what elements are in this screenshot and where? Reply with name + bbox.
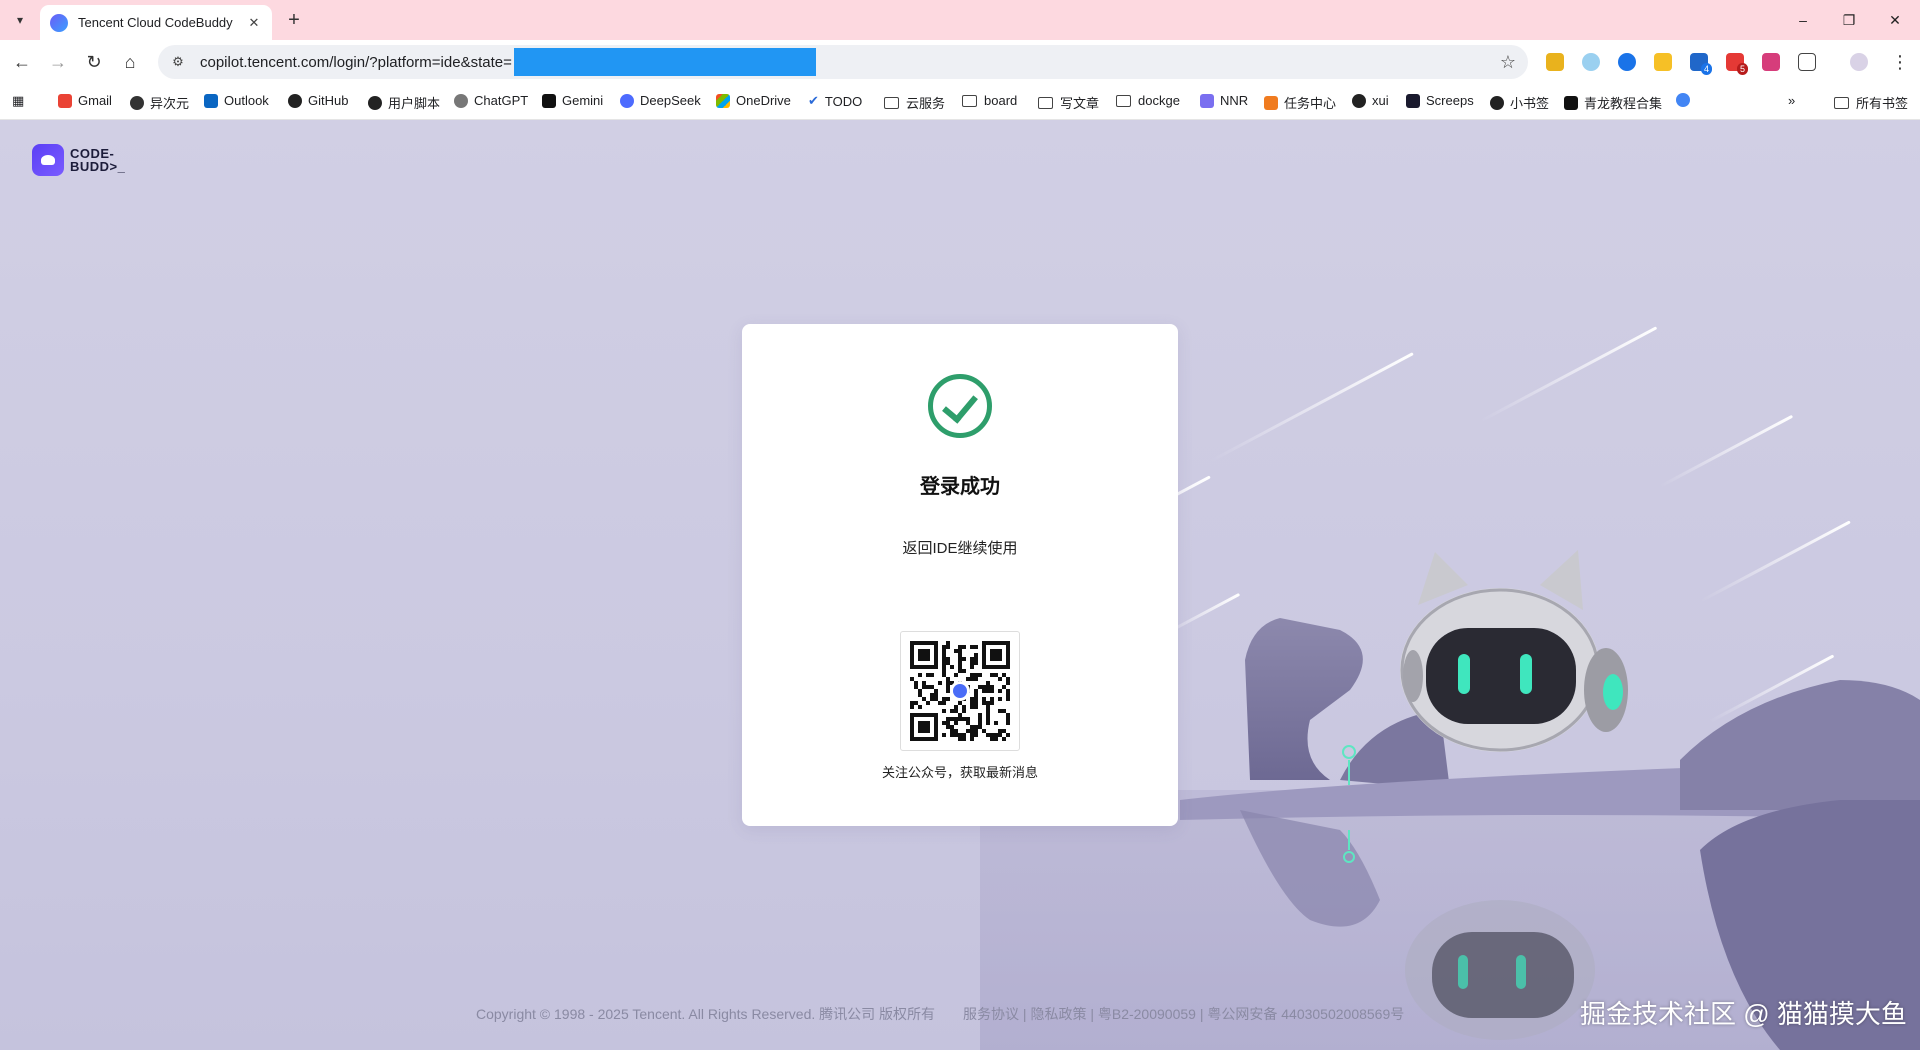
screeps-icon bbox=[1406, 93, 1420, 108]
site-info-icon[interactable]: ⚙ bbox=[168, 52, 188, 72]
onedrive-icon bbox=[716, 93, 730, 108]
extensions-puzzle-icon[interactable] bbox=[1798, 53, 1816, 71]
extension-badge: 4 bbox=[1700, 63, 1712, 75]
github-icon bbox=[288, 93, 302, 108]
bookmarks-bar: ▦ Gmail 异次元 Outlook GitHub 用户脚本 ChatGPT … bbox=[0, 84, 1920, 120]
home-icon[interactable]: ⌂ bbox=[116, 48, 144, 76]
footer-links[interactable]: 服务协议 | 隐私政策 | 粤B2-20090059 | 粤公网安备 44030… bbox=[963, 1006, 1404, 1022]
extension-icon[interactable] bbox=[1618, 53, 1636, 71]
notion-icon bbox=[1564, 95, 1578, 110]
bookmark-nnr[interactable]: NNR bbox=[1200, 93, 1248, 108]
extension-icon[interactable]: 4 bbox=[1690, 53, 1712, 75]
menu-dots-icon[interactable]: ⋮ bbox=[1886, 48, 1914, 76]
extension-badge: 5 bbox=[1736, 63, 1748, 75]
globe-icon bbox=[1352, 93, 1366, 108]
extension-icon[interactable] bbox=[1546, 53, 1564, 71]
outlook-icon bbox=[204, 93, 218, 108]
folder-icon bbox=[884, 96, 899, 109]
tab-search-chevron-icon[interactable]: ▾ bbox=[8, 8, 32, 32]
bookmark-screeps[interactable]: Screeps bbox=[1406, 93, 1474, 108]
globe-icon bbox=[1490, 95, 1504, 110]
all-bookmarks[interactable]: 所有书签 bbox=[1834, 93, 1908, 112]
folder-icon bbox=[962, 94, 977, 107]
bookmark-chatgpt[interactable]: ChatGPT bbox=[454, 93, 528, 108]
success-subtitle: 返回IDE继续使用 bbox=[902, 540, 1018, 557]
bookmark-folder-board[interactable]: board bbox=[962, 93, 1017, 108]
gemini-icon bbox=[542, 93, 556, 108]
address-bar[interactable]: ⚙ copilot.tencent.com/login/?platform=id… bbox=[158, 45, 1528, 79]
forward-arrow-icon[interactable]: → bbox=[44, 48, 72, 76]
bookmark-xui[interactable]: xui bbox=[1352, 93, 1389, 108]
reload-icon[interactable]: ↻ bbox=[80, 48, 108, 76]
page-footer: Copyright © 1998 - 2025 Tencent. All Rig… bbox=[476, 1004, 1404, 1024]
bookmark-folder-cloud[interactable]: 云服务 bbox=[884, 93, 945, 112]
more-bookmarks-icon[interactable]: » bbox=[1788, 93, 1795, 108]
bookmark-gmail[interactable]: Gmail bbox=[58, 93, 112, 108]
bookmark-task-center[interactable]: 任务中心 bbox=[1264, 93, 1336, 112]
tab-close-icon[interactable]: ✕ bbox=[244, 13, 264, 33]
bookmark-onedrive[interactable]: OneDrive bbox=[716, 93, 791, 108]
bookmark-google[interactable] bbox=[1676, 93, 1696, 107]
folder-icon bbox=[1116, 94, 1131, 107]
chatgpt-icon bbox=[454, 93, 468, 108]
tab-title: Tencent Cloud CodeBuddy bbox=[78, 15, 233, 30]
deepseek-icon bbox=[620, 93, 634, 108]
bookmark-deepseek[interactable]: DeepSeek bbox=[620, 93, 701, 108]
folder-icon bbox=[1834, 96, 1849, 109]
redacted-url-part bbox=[513, 48, 816, 76]
apps-grid-icon[interactable]: ▦ bbox=[12, 93, 24, 109]
codebuddy-logo-icon bbox=[32, 144, 64, 176]
task-center-icon bbox=[1264, 95, 1278, 110]
gmail-icon bbox=[58, 93, 72, 108]
bookmark-userscript[interactable]: 用户脚本 bbox=[368, 93, 440, 112]
bookmark-bookmarklet[interactable]: 小书签 bbox=[1490, 93, 1549, 112]
bookmark-folder-write[interactable]: 写文章 bbox=[1038, 93, 1099, 112]
url-text[interactable]: copilot.tencent.com/login/?platform=ide&… bbox=[200, 54, 512, 71]
success-check-icon bbox=[928, 374, 992, 438]
footer-copyright: Copyright © 1998 - 2025 Tencent. All Rig… bbox=[476, 1006, 936, 1022]
bookmark-yiciyuan[interactable]: 异次元 bbox=[130, 93, 189, 112]
restore-icon[interactable]: ❐ bbox=[1826, 0, 1872, 40]
bookmark-github[interactable]: GitHub bbox=[288, 93, 348, 108]
globe-icon bbox=[130, 95, 144, 110]
todo-check-icon: ✔ bbox=[808, 93, 819, 108]
minimize-icon[interactable]: – bbox=[1780, 0, 1826, 40]
bookmark-folder-dockge[interactable]: dockge bbox=[1116, 93, 1180, 108]
nnr-icon bbox=[1200, 93, 1214, 108]
active-tab[interactable]: Tencent Cloud CodeBuddy ✕ bbox=[40, 5, 272, 40]
bookmark-star-icon[interactable]: ☆ bbox=[1500, 52, 1516, 73]
page-content: CODE-BUDD>_ 登录成功 返回IDE继续使用 关注公众号，获取最新消息 … bbox=[0, 120, 1920, 1050]
google-icon bbox=[1676, 93, 1690, 107]
codebuddy-favicon-icon bbox=[50, 13, 68, 32]
qr-code-image bbox=[910, 641, 1010, 741]
userscript-icon bbox=[368, 95, 382, 110]
bookmark-outlook[interactable]: Outlook bbox=[204, 93, 269, 108]
logo-text: CODE-BUDD>_ bbox=[70, 146, 126, 174]
window-close-icon[interactable]: ✕ bbox=[1872, 0, 1918, 40]
wechat-qr-code bbox=[900, 631, 1020, 751]
browser-toolbar: ← → ↻ ⌂ ⚙ copilot.tencent.com/login/?pla… bbox=[0, 40, 1920, 84]
bookmark-qinglong[interactable]: 青龙教程合集 bbox=[1564, 93, 1662, 112]
watermark: 掘金技术社区 @ 猫猫摸大鱼 bbox=[1580, 999, 1907, 1029]
bookmark-todo[interactable]: ✔ TODO bbox=[808, 93, 862, 109]
login-success-card: 登录成功 返回IDE继续使用 关注公众号，获取最新消息 bbox=[742, 324, 1178, 826]
extension-icon[interactable] bbox=[1654, 53, 1672, 71]
folder-icon bbox=[1038, 96, 1053, 109]
bookmark-gemini[interactable]: Gemini bbox=[542, 93, 603, 108]
back-arrow-icon[interactable]: ← bbox=[8, 48, 36, 76]
success-title: 登录成功 bbox=[920, 476, 1000, 498]
tab-bar: ▾ Tencent Cloud CodeBuddy ✕ + – ❐ ✕ bbox=[0, 0, 1920, 40]
new-tab-icon[interactable]: + bbox=[282, 8, 306, 32]
profile-avatar[interactable] bbox=[1850, 53, 1868, 71]
qr-caption: 关注公众号，获取最新消息 bbox=[881, 765, 1038, 780]
extension-icon[interactable] bbox=[1762, 53, 1780, 71]
extension-icon[interactable] bbox=[1582, 53, 1600, 71]
extension-icon[interactable]: 5 bbox=[1726, 53, 1748, 75]
codebuddy-logo[interactable]: CODE-BUDD>_ bbox=[32, 144, 130, 176]
